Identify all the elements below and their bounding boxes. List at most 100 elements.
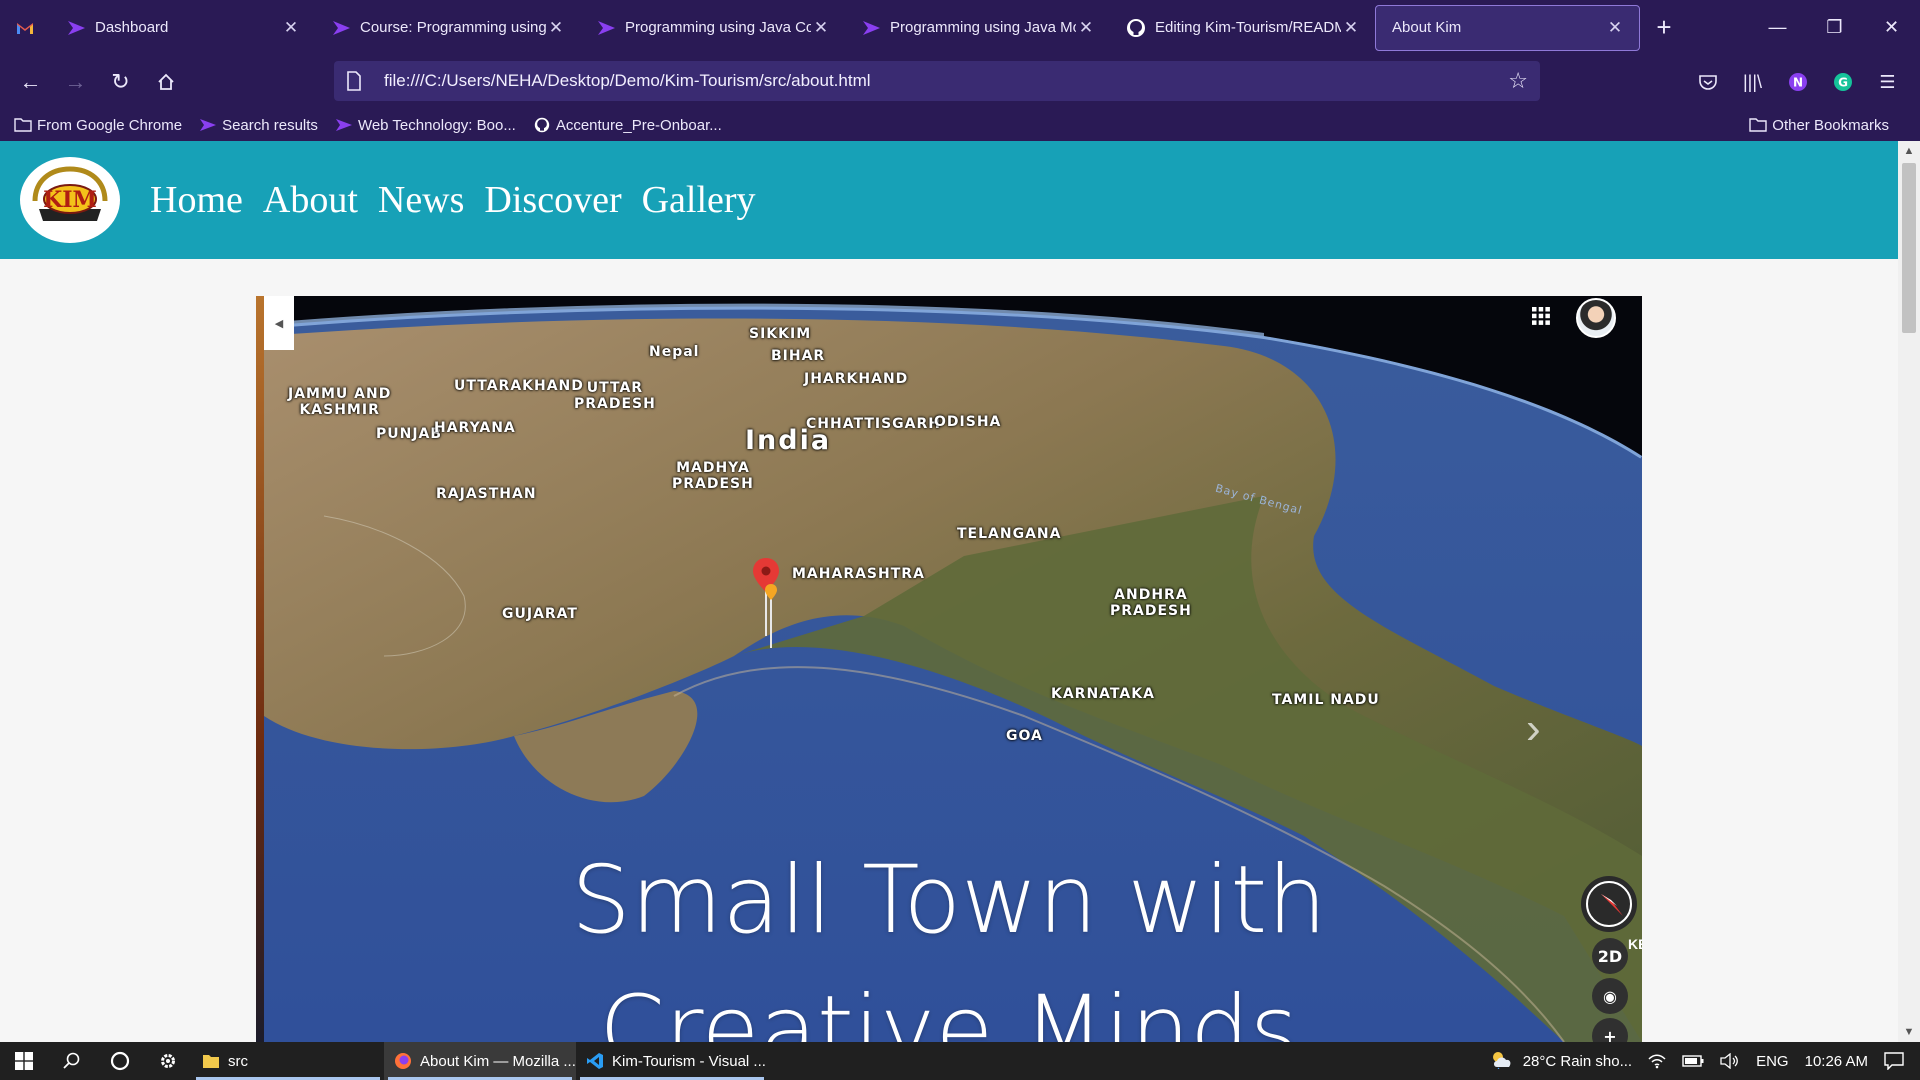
settings-gear-icon[interactable] [144,1042,192,1080]
menu-hamburger-icon[interactable]: ☰ [1865,62,1910,102]
folder-icon [202,1052,220,1070]
close-window-icon[interactable]: ✕ [1863,0,1920,55]
search-icon[interactable] [48,1042,96,1080]
kim-logo[interactable]: KIM [20,157,120,243]
library-icon[interactable]: |||\ [1730,62,1775,102]
nav-link-discover[interactable]: Discover [484,178,621,222]
map-label-india: India [745,425,832,456]
bookmark-accenture[interactable]: Accenture_Pre-Onboar... [533,117,722,134]
grammarly-icon[interactable]: G [1820,62,1865,102]
map-label-goa: GOA [1006,728,1043,744]
close-tab-icon[interactable]: ✕ [1076,18,1096,38]
close-tab-icon[interactable]: ✕ [1341,18,1361,38]
reload-icon[interactable]: ↻ [98,62,143,102]
weather-widget[interactable]: 28°C Rain sho... [1489,1049,1632,1073]
bookmark-from-google-chrome[interactable]: From Google Chrome [14,117,182,134]
window-controls: — ❐ ✕ [1749,0,1920,55]
battery-icon[interactable] [1682,1055,1704,1067]
close-tab-icon[interactable]: ✕ [811,18,831,38]
volume-icon[interactable] [1720,1053,1740,1069]
page-icon [346,71,364,91]
bookmark-label: Web Technology: Boo... [357,116,516,134]
map-label-jharkhand: JHARKHAND [804,371,909,387]
scroll-thumb[interactable] [1902,163,1916,333]
scroll-down-arrow-icon[interactable]: ▼ [1898,1022,1920,1042]
map-label-madhya-pradesh: MADHYA PRADESH [672,460,754,492]
map-label-uttar: UTTAR [586,380,644,396]
profile-n-icon[interactable]: N [1775,62,1820,102]
next-slide-chevron-icon[interactable]: › [1526,704,1541,754]
forward-arrow-icon[interactable]: → [53,62,98,102]
site-header: KIM Home About News Discover Gallery [0,141,1898,259]
pocket-icon[interactable] [1685,62,1730,102]
nav-link-news[interactable]: News [378,178,465,222]
close-tab-icon[interactable]: ✕ [281,18,301,38]
tab-github-readme[interactable]: Editing Kim-Tourism/READM ✕ [1110,0,1375,55]
scroll-up-arrow-icon[interactable]: ▲ [1898,141,1920,161]
map-label-jammu: JAMMU AND [288,386,392,402]
taskbar-app-firefox[interactable]: About Kim — Mozilla ... [384,1042,576,1080]
windows-start-icon[interactable] [0,1042,48,1080]
tab-course-java[interactable]: Course: Programming using J ✕ [315,0,580,55]
close-tab-icon[interactable]: ✕ [546,18,566,38]
folder-icon [1749,117,1767,133]
panel-collapse-arrow-icon[interactable]: ◀ [264,296,294,350]
bookmark-search-results[interactable]: Search results [199,117,318,134]
map-label-bihar: BIHAR [771,348,826,364]
vscode-icon [586,1052,604,1070]
toolbar-buttons: |||\ N G ☰ [1685,55,1910,109]
map-label-maharashtra: MAHARASHTRA [792,566,925,582]
github-icon [533,117,551,133]
url-bar[interactable]: file:///C:/Users/NEHA/Desktop/Demo/Kim-T… [334,61,1540,101]
new-tab-button[interactable]: + [1640,0,1688,55]
tab-label: Course: Programming using J [360,19,546,36]
other-bookmarks[interactable]: Other Bookmarks [1749,109,1889,141]
course-icon [861,18,881,38]
home-icon[interactable] [143,62,188,102]
page-scrollbar[interactable]: ▲ ▼ [1898,141,1920,1042]
close-tab-icon[interactable]: ✕ [1605,18,1625,38]
map-label-rajasthan: RAJASTHAN [436,486,537,502]
windows-taskbar: src About Kim — Mozilla ... Kim-Tourism … [0,1042,1920,1080]
nav-link-home[interactable]: Home [150,178,243,222]
map-label-haryana: HARYANA [434,420,516,436]
notifications-icon[interactable] [1884,1052,1904,1070]
minimize-icon[interactable]: — [1749,0,1806,55]
cortana-icon[interactable] [96,1042,144,1080]
map-label-nepal: Nepal [649,344,700,360]
map-label-uttar-pradesh: UTTAR PRADESH [574,380,656,412]
apps-grid-icon[interactable] [1531,306,1551,326]
bookmark-label: From Google Chrome [37,116,183,134]
nav-link-gallery[interactable]: Gallery [642,178,756,222]
network-wifi-icon[interactable] [1648,1053,1666,1069]
taskbar-app-src[interactable]: src [192,1042,384,1080]
weather-icon [1489,1049,1515,1073]
tab-about-kim[interactable]: About Kim ✕ [1375,4,1640,51]
clock[interactable]: 10:26 AM [1805,1053,1868,1070]
back-arrow-icon[interactable]: ← [8,62,53,102]
tab-dashboard[interactable]: Dashboard ✕ [50,0,315,55]
bookmark-web-technology[interactable]: Web Technology: Boo... [335,117,516,134]
map-label-andhra: ANDHRA [1114,587,1188,603]
nav-link-about[interactable]: About [263,178,358,222]
input-language[interactable]: ENG [1756,1053,1789,1070]
tab-label: Editing Kim-Tourism/READM [1155,19,1341,36]
bookmark-star-icon[interactable]: ☆ [1508,68,1528,94]
url-text[interactable]: file:///C:/Users/NEHA/Desktop/Demo/Kim-T… [384,71,1508,91]
map-label-madhya: MADHYA [676,460,750,476]
tab-java-mo[interactable]: Programming using Java Mo ✕ [845,0,1110,55]
gmail-icon[interactable] [0,0,50,55]
bookmark-label: Accenture_Pre-Onboar... [555,116,722,134]
map-label-odisha: ODISHA [934,414,1002,430]
tab-java-con[interactable]: Programming using Java Con ✕ [580,0,845,55]
site-nav: Home About News Discover Gallery [150,178,776,222]
bookmarks-toolbar: From Google Chrome Search results Web Te… [0,109,1920,141]
tab-bar: Dashboard ✕ Course: Programming using J … [0,0,1920,55]
restore-icon[interactable]: ❐ [1806,0,1863,55]
taskbar-app-vscode[interactable]: Kim-Tourism - Visual ... [576,1042,768,1080]
account-avatar[interactable] [1576,298,1616,338]
firefox-icon [394,1052,412,1070]
hero-heading-line-1: Small Town with [571,846,1327,955]
map-label-tamil-nadu: TAMIL NADU [1272,692,1380,708]
github-icon [1126,18,1146,38]
